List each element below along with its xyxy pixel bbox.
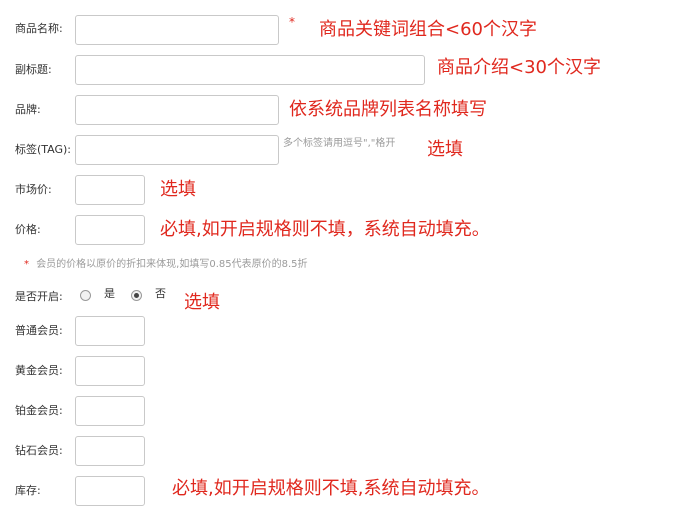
market-price-label: 市场价: xyxy=(15,183,52,196)
hint-text: 会员的价格以原价的折扣来体现,如填写0.85代表原价的8.5折 xyxy=(36,259,308,270)
hint-star: * xyxy=(24,259,29,270)
market-price-input[interactable] xyxy=(75,175,145,205)
member-price-hint: * 会员的价格以原价的折扣来体现,如填写0.85代表原价的8.5折 xyxy=(24,258,308,272)
product-name-annotation: 商品关键词组合<60个汉字 xyxy=(319,19,537,40)
member-level-label: 铂金会员: xyxy=(15,404,63,417)
radio-no[interactable] xyxy=(131,290,142,301)
tags-input[interactable] xyxy=(75,135,279,165)
product-name-input[interactable] xyxy=(75,15,279,45)
price-annotation: 必填,如开启规格则不填，系统自动填充。 xyxy=(160,219,490,240)
tags-label: 标签(TAG): xyxy=(15,143,72,156)
subtitle-label: 副标题: xyxy=(15,63,52,76)
radio-yes-label: 是 xyxy=(104,287,115,300)
member-level-label: 普通会员: xyxy=(15,324,63,337)
subtitle-annotation: 商品介绍<30个汉字 xyxy=(437,57,601,78)
radio-yes[interactable] xyxy=(80,290,91,301)
stock-label: 库存: xyxy=(15,484,41,497)
stock-annotation: 必填,如开启规格则不填,系统自动填充。 xyxy=(172,478,490,499)
enable-label: 是否开启: xyxy=(15,290,63,303)
member-level-input[interactable] xyxy=(75,396,145,426)
tags-annotation: 选填 xyxy=(427,139,463,160)
price-label: 价格: xyxy=(15,223,41,236)
subtitle-input[interactable] xyxy=(75,55,425,85)
radio-no-label: 否 xyxy=(155,287,166,300)
member-level-label: 黄金会员: xyxy=(15,364,63,377)
brand-input[interactable] xyxy=(75,95,279,125)
member-level-label: 钻石会员: xyxy=(15,444,63,457)
member-level-input[interactable] xyxy=(75,316,145,346)
enable-annotation: 选填 xyxy=(184,292,220,313)
price-input[interactable] xyxy=(75,215,145,245)
member-level-input[interactable] xyxy=(75,356,145,386)
member-level-input[interactable] xyxy=(75,436,145,466)
brand-annotation: 依系统品牌列表名称填写 xyxy=(289,99,487,120)
required-mark: * xyxy=(289,15,295,29)
brand-label: 品牌: xyxy=(15,103,41,116)
product-name-label: 商品名称: xyxy=(15,22,63,35)
stock-input[interactable] xyxy=(75,476,145,506)
tags-hint: 多个标签请用逗号","格开 xyxy=(283,138,396,149)
market-price-annotation: 选填 xyxy=(160,179,196,200)
